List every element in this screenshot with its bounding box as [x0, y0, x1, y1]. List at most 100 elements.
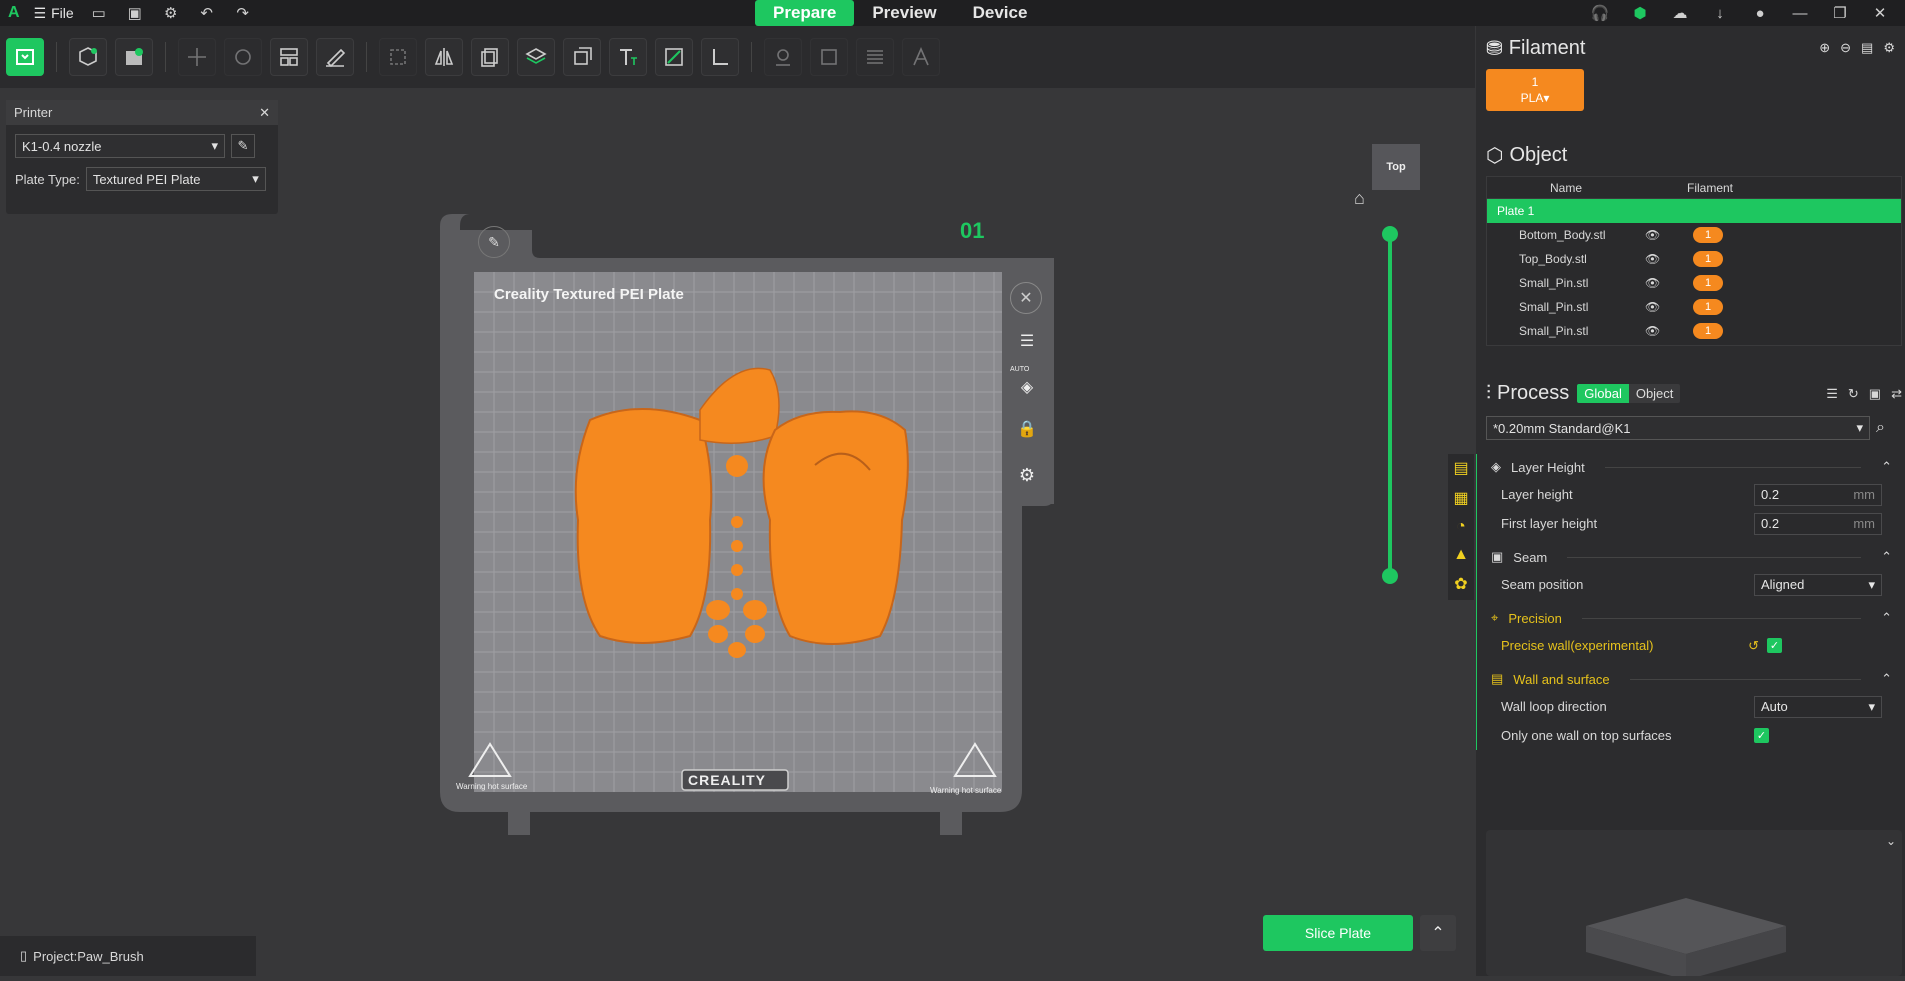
- edit-printer-button[interactable]: ✎: [231, 134, 255, 158]
- list-view-icon[interactable]: ☰: [1826, 386, 1838, 402]
- others-icon[interactable]: ✿: [1454, 574, 1467, 594]
- group-seam[interactable]: ▣ Seam ⌃: [1477, 544, 1892, 570]
- list-item[interactable]: Bottom_Body.stl 👁 1: [1487, 223, 1901, 247]
- filament-settings-icon[interactable]: ⚙: [1883, 40, 1895, 56]
- eye-icon[interactable]: 👁: [1645, 324, 1675, 338]
- process-scope-toggle[interactable]: Global Object: [1577, 384, 1681, 403]
- strength-icon[interactable]: ▦: [1453, 488, 1468, 508]
- variable-layer-button[interactable]: [856, 38, 894, 76]
- add-object-button[interactable]: [69, 38, 107, 76]
- cut-tool-button[interactable]: [563, 38, 601, 76]
- process-preset-select[interactable]: *0.20mm Standard@K1 ▾: [1486, 416, 1870, 440]
- one-wall-top-checkbox[interactable]: ✓: [1754, 728, 1769, 743]
- refresh-icon[interactable]: ↻: [1848, 386, 1859, 402]
- measure-tool-button[interactable]: [701, 38, 739, 76]
- tab-preview[interactable]: Preview: [854, 0, 954, 26]
- support-paint-button[interactable]: [655, 38, 693, 76]
- rotate-tool-button[interactable]: [224, 38, 262, 76]
- eye-icon[interactable]: 👁: [1645, 252, 1675, 266]
- copy-tool-button[interactable]: [471, 38, 509, 76]
- 3d-viewport[interactable]: ✎ Creality Textured PEI Plate 01 CREALIT…: [0, 88, 1475, 976]
- headset-icon[interactable]: 🎧: [1589, 2, 1611, 24]
- plate-settings-icon[interactable]: ⚙: [1012, 460, 1042, 490]
- seam-position-select[interactable]: Aligned ▾: [1754, 573, 1882, 596]
- remove-filament-icon[interactable]: ⊖: [1840, 40, 1851, 56]
- filament-pill[interactable]: 1: [1693, 275, 1723, 291]
- eye-icon[interactable]: 👁: [1645, 276, 1675, 290]
- arrange-button[interactable]: [270, 38, 308, 76]
- download-icon[interactable]: ↓: [1709, 2, 1731, 24]
- filament-pill[interactable]: 1: [1693, 251, 1723, 267]
- precise-wall-checkbox[interactable]: ✓: [1767, 638, 1782, 653]
- close-window-icon[interactable]: ✕: [1869, 2, 1891, 24]
- add-plate-object-button[interactable]: [115, 38, 153, 76]
- list-item[interactable]: Small_Pin.stl 👁 1: [1487, 295, 1901, 319]
- close-plate-icon[interactable]: ✕: [1010, 282, 1042, 314]
- add-plate-button[interactable]: [6, 38, 44, 76]
- support-icon[interactable]: ▲: [1453, 546, 1469, 564]
- redo-icon[interactable]: ↷: [232, 2, 254, 24]
- assembly-view-button[interactable]: [810, 38, 848, 76]
- user-icon[interactable]: ●: [1749, 2, 1771, 24]
- filament-pill[interactable]: 1: [1693, 227, 1723, 243]
- plate-type-select[interactable]: Textured PEI Plate ▾: [85, 167, 266, 191]
- layers-tool-button[interactable]: [517, 38, 555, 76]
- tab-prepare[interactable]: Prepare: [755, 0, 855, 26]
- plate-list-icon[interactable]: ☰: [1012, 326, 1042, 356]
- save-icon[interactable]: ▣: [124, 2, 146, 24]
- orient-button[interactable]: [316, 38, 354, 76]
- toggle-object[interactable]: Object: [1628, 384, 1681, 403]
- open-folder-icon[interactable]: ▭: [88, 2, 110, 24]
- list-item[interactable]: Small_Pin.stl 👁 1: [1487, 271, 1901, 295]
- emboss-tool-button[interactable]: [902, 38, 940, 76]
- add-filament-icon[interactable]: ⊕: [1819, 40, 1830, 56]
- save-preset-icon[interactable]: ▣: [1869, 386, 1881, 402]
- list-item[interactable]: Top_Body.stl 👁 1: [1487, 247, 1901, 271]
- eye-icon[interactable]: 👁: [1645, 228, 1675, 242]
- filament-pill[interactable]: 1: [1693, 299, 1723, 315]
- filament-pill[interactable]: 1: [1693, 323, 1723, 339]
- group-precision[interactable]: ⌖ Precision ⌃: [1477, 605, 1892, 631]
- first-layer-height-input[interactable]: 0.2 mm: [1754, 512, 1882, 535]
- list-item[interactable]: Small_Pin.stl 👁 1: [1487, 319, 1901, 343]
- gear-icon[interactable]: ⚙: [160, 2, 182, 24]
- scale-tool-button[interactable]: [379, 38, 417, 76]
- printer-select[interactable]: K1-0.4 nozzle ▾: [15, 134, 225, 158]
- slice-plate-button[interactable]: Slice Plate: [1263, 915, 1413, 951]
- group-layer-height[interactable]: ◈ Layer Height ⌃: [1477, 454, 1892, 480]
- lock-icon[interactable]: 🔒: [1012, 414, 1042, 444]
- tab-device[interactable]: Device: [955, 0, 1046, 26]
- speed-icon[interactable]: ◔: [1456, 518, 1466, 536]
- text-tool-button[interactable]: [609, 38, 647, 76]
- toggle-global[interactable]: Global: [1577, 384, 1629, 403]
- group-wall-surface[interactable]: ▤ Wall and surface ⌃: [1477, 666, 1892, 692]
- seam-paint-button[interactable]: [764, 38, 802, 76]
- edit-filament-icon[interactable]: ▤: [1861, 40, 1873, 56]
- eye-icon[interactable]: 👁: [1645, 300, 1675, 314]
- cloud-upload-icon[interactable]: ☁: [1669, 2, 1691, 24]
- quality-icon[interactable]: ▤: [1453, 458, 1468, 478]
- slice-options-button[interactable]: ⌃: [1420, 915, 1456, 951]
- wall-loop-select[interactable]: Auto ▾: [1754, 695, 1882, 718]
- shield-icon[interactable]: ⬢: [1629, 2, 1651, 24]
- collapse-chevron-icon[interactable]: ⌄: [1886, 834, 1896, 848]
- hamburger-icon: ☰: [33, 4, 47, 21]
- view-cube-top[interactable]: Top: [1372, 144, 1420, 190]
- mirror-tool-button[interactable]: [425, 38, 463, 76]
- auto-orient-icon[interactable]: ◈: [1012, 374, 1042, 400]
- compare-icon[interactable]: ⇄: [1891, 386, 1902, 402]
- restore-icon[interactable]: ❐: [1829, 2, 1851, 24]
- close-panel-icon[interactable]: ✕: [259, 105, 270, 121]
- reset-icon[interactable]: ↺: [1748, 638, 1759, 654]
- plate-row[interactable]: Plate 1: [1487, 199, 1901, 223]
- file-menu[interactable]: ☰ File: [34, 5, 74, 22]
- edit-plate-name-icon[interactable]: ✎: [478, 226, 510, 258]
- app-logo[interactable]: A: [8, 4, 20, 22]
- layer-height-input[interactable]: 0.2 mm: [1754, 483, 1882, 506]
- search-icon[interactable]: ⌕: [1876, 419, 1885, 437]
- minimize-icon[interactable]: —: [1789, 2, 1811, 24]
- undo-icon[interactable]: ↶: [196, 2, 218, 24]
- filament-badge[interactable]: 1 PLA▾: [1486, 69, 1584, 111]
- home-view-icon[interactable]: ⌂: [1354, 188, 1365, 209]
- move-tool-button[interactable]: [178, 38, 216, 76]
